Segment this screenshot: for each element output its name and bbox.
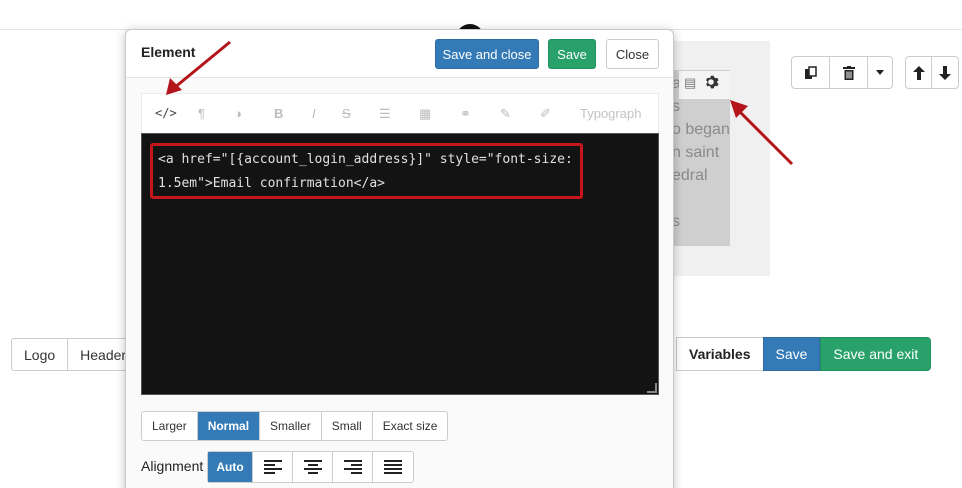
move-group: [905, 56, 959, 89]
code-line: <a href="[{account_login_address}]" styl…: [158, 152, 573, 167]
trash-icon[interactable]: [830, 57, 868, 88]
page-actions: Variables Save Save and exit: [676, 337, 932, 371]
editor-toolbar: </> ¶ ◑ B I S ☰ ▦ ⚭ ✎ ✐ Typograph: [141, 93, 659, 133]
tab-logo[interactable]: Logo: [12, 339, 69, 370]
code-text[interactable]: <a href="[{account_login_address}]" styl…: [158, 148, 598, 196]
alignment-group: Auto: [207, 451, 414, 483]
size-exact-button[interactable]: Exact size: [373, 412, 448, 440]
element-modal: Element Save and close Save Close </> ¶ …: [125, 29, 674, 488]
size-smaller-button[interactable]: Smaller: [260, 412, 322, 440]
typograph-button[interactable]: Typograph: [580, 106, 641, 121]
size-normal-button[interactable]: Normal: [197, 412, 261, 440]
strikethrough-icon[interactable]: S: [342, 106, 351, 121]
table-icon[interactable]: ▦: [419, 106, 431, 122]
save-button[interactable]: Save: [548, 39, 596, 69]
save-and-exit-button[interactable]: Save and exit: [820, 337, 932, 371]
block-line: [672, 187, 730, 210]
pen-icon[interactable]: ✐: [540, 106, 551, 122]
top-bar: [0, 0, 962, 30]
align-right-icon[interactable]: [333, 452, 373, 482]
align-justify-icon[interactable]: [373, 452, 413, 482]
size-small-button[interactable]: Small: [322, 412, 373, 440]
block-line: s: [672, 213, 680, 230]
page-save-button[interactable]: Save: [762, 337, 821, 371]
modal-divider: [126, 77, 673, 78]
paragraph-icon[interactable]: ¶: [198, 106, 205, 121]
variables-button[interactable]: Variables: [676, 337, 763, 371]
italic-icon[interactable]: I: [312, 106, 316, 121]
code-editor[interactable]: <a href="[{account_login_address}]" styl…: [141, 133, 659, 395]
modal-title: Element: [141, 44, 196, 60]
link-icon[interactable]: ⚭: [460, 106, 471, 122]
block-line: n saint: [672, 144, 720, 161]
align-center-icon[interactable]: [293, 452, 333, 482]
size-larger-button[interactable]: Larger: [142, 412, 198, 440]
gear-icon[interactable]: [703, 74, 719, 95]
section-tabs: Logo Header: [11, 338, 140, 371]
copy-icon[interactable]: [792, 57, 830, 88]
block-action-group: [791, 56, 893, 89]
contrast-icon[interactable]: ◑: [234, 106, 242, 121]
arrow-up-icon[interactable]: [906, 57, 932, 88]
close-button[interactable]: Close: [606, 39, 659, 69]
brush-icon[interactable]: ✎: [500, 106, 511, 122]
block-line: edral: [672, 167, 708, 184]
source-code-icon[interactable]: </>: [155, 106, 177, 120]
align-auto-button[interactable]: Auto: [208, 452, 253, 482]
resize-handle[interactable]: [647, 383, 657, 393]
caret-down-icon[interactable]: [868, 57, 892, 88]
bold-icon[interactable]: B: [274, 106, 283, 121]
list-icon[interactable]: ☰: [379, 106, 391, 122]
clipboard-icon[interactable]: ▤: [684, 75, 696, 91]
page: ayn s o began. n saint edral s ▤: [0, 0, 962, 488]
arrow-down-icon[interactable]: [932, 57, 958, 88]
font-size-group: Larger Normal Smaller Small Exact size: [141, 411, 449, 441]
save-and-close-button[interactable]: Save and close: [435, 39, 539, 69]
align-left-icon[interactable]: [253, 452, 293, 482]
code-line: 1.5em">Email confirmation</a>: [158, 176, 385, 191]
alignment-label: Alignment: [141, 458, 204, 474]
block-line: o began.: [672, 121, 730, 138]
